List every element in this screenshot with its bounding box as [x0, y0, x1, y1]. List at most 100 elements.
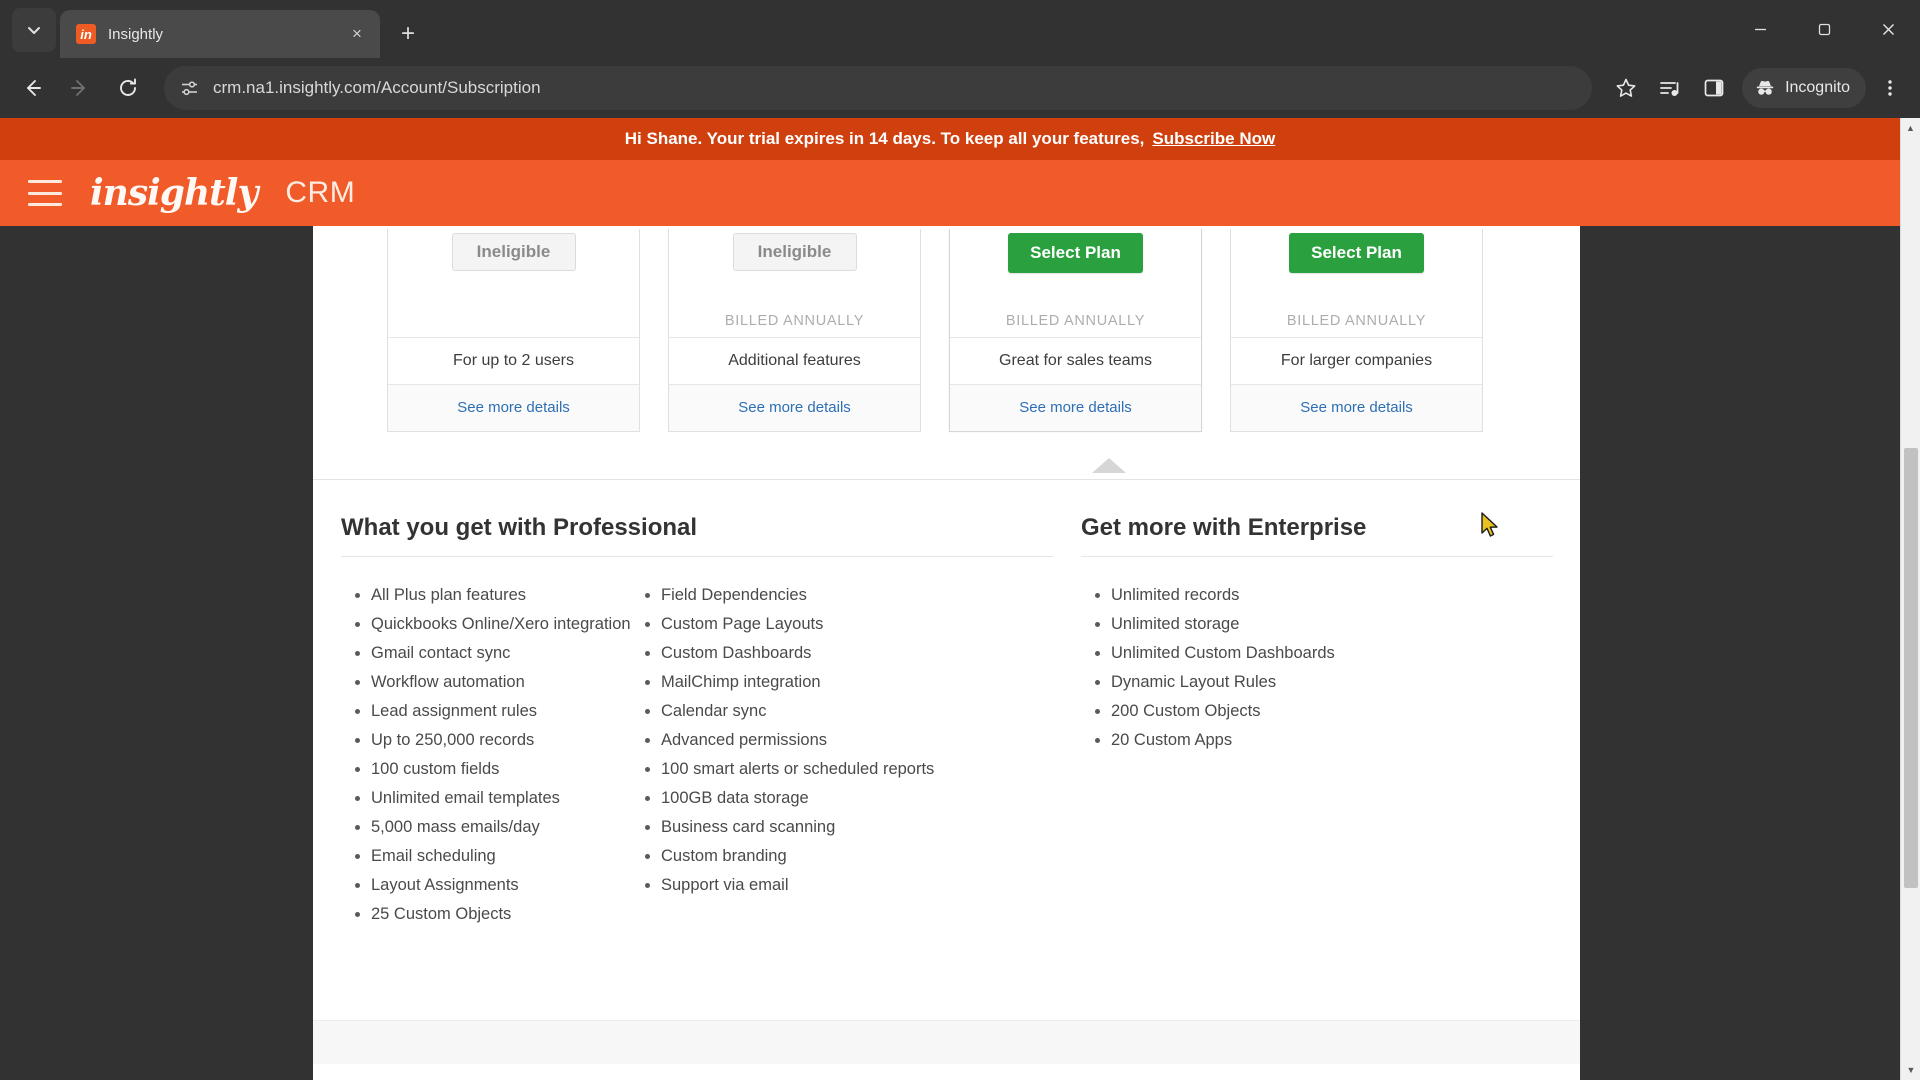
see-more-details-link[interactable]: See more details — [457, 399, 570, 416]
reload-icon — [120, 78, 136, 96]
browser-tab[interactable]: in Insightly × — [60, 10, 380, 58]
incognito-icon — [1756, 80, 1774, 95]
address-bar[interactable]: crm.na1.insightly.com/Account/Subscripti… — [164, 66, 1593, 110]
scroll-up-button[interactable]: ▲ — [1901, 118, 1920, 138]
plan-tagline: For up to 2 users — [388, 337, 639, 384]
site-settings-icon[interactable] — [180, 79, 199, 98]
professional-details-column: What you get with Professional All Plus … — [313, 514, 1053, 935]
professional-feature-list-b: Field Dependencies Custom Page Layouts C… — [631, 587, 961, 935]
plan-card: Select Plan BILLED ANNUALLY For larger c… — [1230, 229, 1483, 432]
close-icon — [1882, 23, 1894, 35]
professional-details-title: What you get with Professional — [341, 514, 698, 541]
scrollbar-thumb[interactable] — [1904, 448, 1918, 888]
plan-cta-button[interactable]: Select Plan — [1289, 233, 1424, 273]
browser-menu-button[interactable] — [1870, 68, 1910, 108]
feature-item: Quickbooks Online/Xero integration — [371, 616, 631, 633]
incognito-indicator[interactable]: Incognito — [1742, 68, 1866, 108]
plan-billing-label: BILLED ANNUALLY — [724, 313, 865, 329]
plan-cta-zone: Ineligible — [669, 229, 920, 313]
feature-item: Unlimited storage — [1111, 616, 1553, 633]
chevron-down-icon — [28, 27, 40, 34]
subscription-content-panel: Ineligible For up to 2 users See more de… — [313, 226, 1580, 1080]
feature-item: Lead assignment rules — [371, 703, 631, 720]
new-tab-button[interactable]: + — [390, 16, 426, 52]
minimize-window-button[interactable] — [1728, 0, 1792, 58]
media-playlist-icon — [1660, 82, 1679, 96]
maximize-window-button[interactable] — [1792, 0, 1856, 58]
feature-item: Advanced permissions — [661, 732, 961, 749]
see-more-details-link[interactable]: See more details — [1300, 399, 1413, 416]
see-more-details-link[interactable]: See more details — [1019, 399, 1132, 416]
page-body: Ineligible For up to 2 users See more de… — [0, 226, 1900, 1080]
feature-item: Custom Dashboards — [661, 645, 961, 662]
plan-tagline: Great for sales teams — [950, 337, 1201, 384]
plan-cta-button[interactable]: Ineligible — [732, 233, 857, 271]
plan-card: Ineligible For up to 2 users See more de… — [387, 229, 640, 432]
page-scrollbar[interactable]: ▲ ▼ — [1900, 118, 1920, 1080]
page-bottom-edge — [313, 1064, 1580, 1080]
plan-card: Select Plan BILLED ANNUALLY Great for sa… — [949, 229, 1202, 432]
plan-cta-zone: Ineligible — [388, 229, 639, 313]
browser-window: in Insightly × + crm.na1.insightly.com/A… — [0, 0, 1920, 1080]
bookmark-button[interactable] — [1606, 68, 1646, 108]
plan-billing-label: BILLED ANNUALLY — [1286, 313, 1427, 329]
feature-item: 100GB data storage — [661, 790, 961, 807]
feature-item: 20 Custom Apps — [1111, 732, 1553, 749]
feature-item: Up to 250,000 records — [371, 732, 631, 749]
app-header: insightly CRM — [0, 160, 1900, 226]
see-more-details-link[interactable]: See more details — [738, 399, 851, 416]
enterprise-details-title: Get more with Enterprise — [1081, 514, 1367, 541]
plan-billing-label — [388, 313, 639, 337]
plan-cta-zone: Select Plan — [1231, 229, 1482, 313]
page-footer-strip — [313, 1020, 1580, 1064]
professional-feature-list-a: All Plus plan features Quickbooks Online… — [341, 587, 631, 935]
feature-item: Workflow automation — [371, 674, 631, 691]
enterprise-feature-list: Unlimited records Unlimited storage Unli… — [1081, 587, 1553, 749]
feature-item: Custom Page Layouts — [661, 616, 961, 633]
trial-banner: Hi Shane. Your trial expires in 14 days.… — [0, 118, 1900, 160]
plan-cta-button[interactable]: Select Plan — [1008, 233, 1143, 273]
plan-cta-zone: Select Plan — [950, 229, 1201, 313]
insightly-logo[interactable]: insightly — [90, 172, 258, 214]
minimize-icon — [1754, 28, 1766, 30]
three-dot-menu-icon — [1888, 80, 1892, 96]
subscribe-now-link[interactable]: Subscribe Now — [1152, 129, 1275, 149]
bookmark-star-icon — [1616, 78, 1636, 97]
plan-billing-label: BILLED ANNUALLY — [1005, 313, 1146, 329]
media-control-button[interactable] — [1650, 68, 1690, 108]
back-button[interactable] — [10, 66, 54, 110]
plan-cta-button[interactable]: Ineligible — [451, 233, 576, 271]
back-arrow-icon — [27, 80, 41, 96]
feature-item: 5,000 mass emails/day — [371, 819, 631, 836]
tab-strip: in Insightly × + — [0, 0, 1920, 58]
tab-search-button[interactable] — [12, 8, 56, 52]
tab-title: Insightly — [108, 25, 164, 43]
plan-details-row: See more details — [1231, 384, 1482, 431]
feature-item: 25 Custom Objects — [371, 906, 631, 923]
hamburger-menu-icon[interactable] — [28, 180, 62, 206]
url-text: crm.na1.insightly.com/Account/Subscripti… — [213, 78, 541, 97]
feature-item: Unlimited email templates — [371, 790, 631, 807]
trial-banner-message: Hi Shane. Your trial expires in 14 days.… — [624, 129, 1145, 148]
plan-details-row: See more details — [950, 384, 1201, 431]
feature-item: 100 custom fields — [371, 761, 631, 778]
side-panel-button[interactable] — [1694, 68, 1734, 108]
feature-item: Business card scanning — [661, 819, 961, 836]
close-tab-button[interactable]: × — [344, 21, 370, 47]
page-viewport: Hi Shane. Your trial expires in 14 days.… — [0, 118, 1920, 1080]
side-panel-icon — [1704, 79, 1724, 97]
enterprise-details-column: Get more with Enterprise Unlimited recor… — [1053, 514, 1553, 935]
feature-item: MailChimp integration — [661, 674, 961, 691]
close-window-button[interactable] — [1856, 0, 1920, 58]
plan-cards-row: Ineligible For up to 2 users See more de… — [313, 226, 1580, 432]
forward-button[interactable] — [58, 66, 102, 110]
feature-item: Unlimited Custom Dashboards — [1111, 645, 1553, 662]
maximize-icon — [1818, 23, 1830, 35]
feature-item: Unlimited records — [1111, 587, 1553, 604]
feature-item: 200 Custom Objects — [1111, 703, 1553, 720]
reload-button[interactable] — [106, 66, 150, 110]
feature-item: 100 smart alerts or scheduled reports — [661, 761, 961, 778]
scroll-down-button[interactable]: ▼ — [1901, 1060, 1920, 1080]
plan-details-row: See more details — [388, 384, 639, 431]
incognito-label: Incognito — [1785, 79, 1850, 96]
